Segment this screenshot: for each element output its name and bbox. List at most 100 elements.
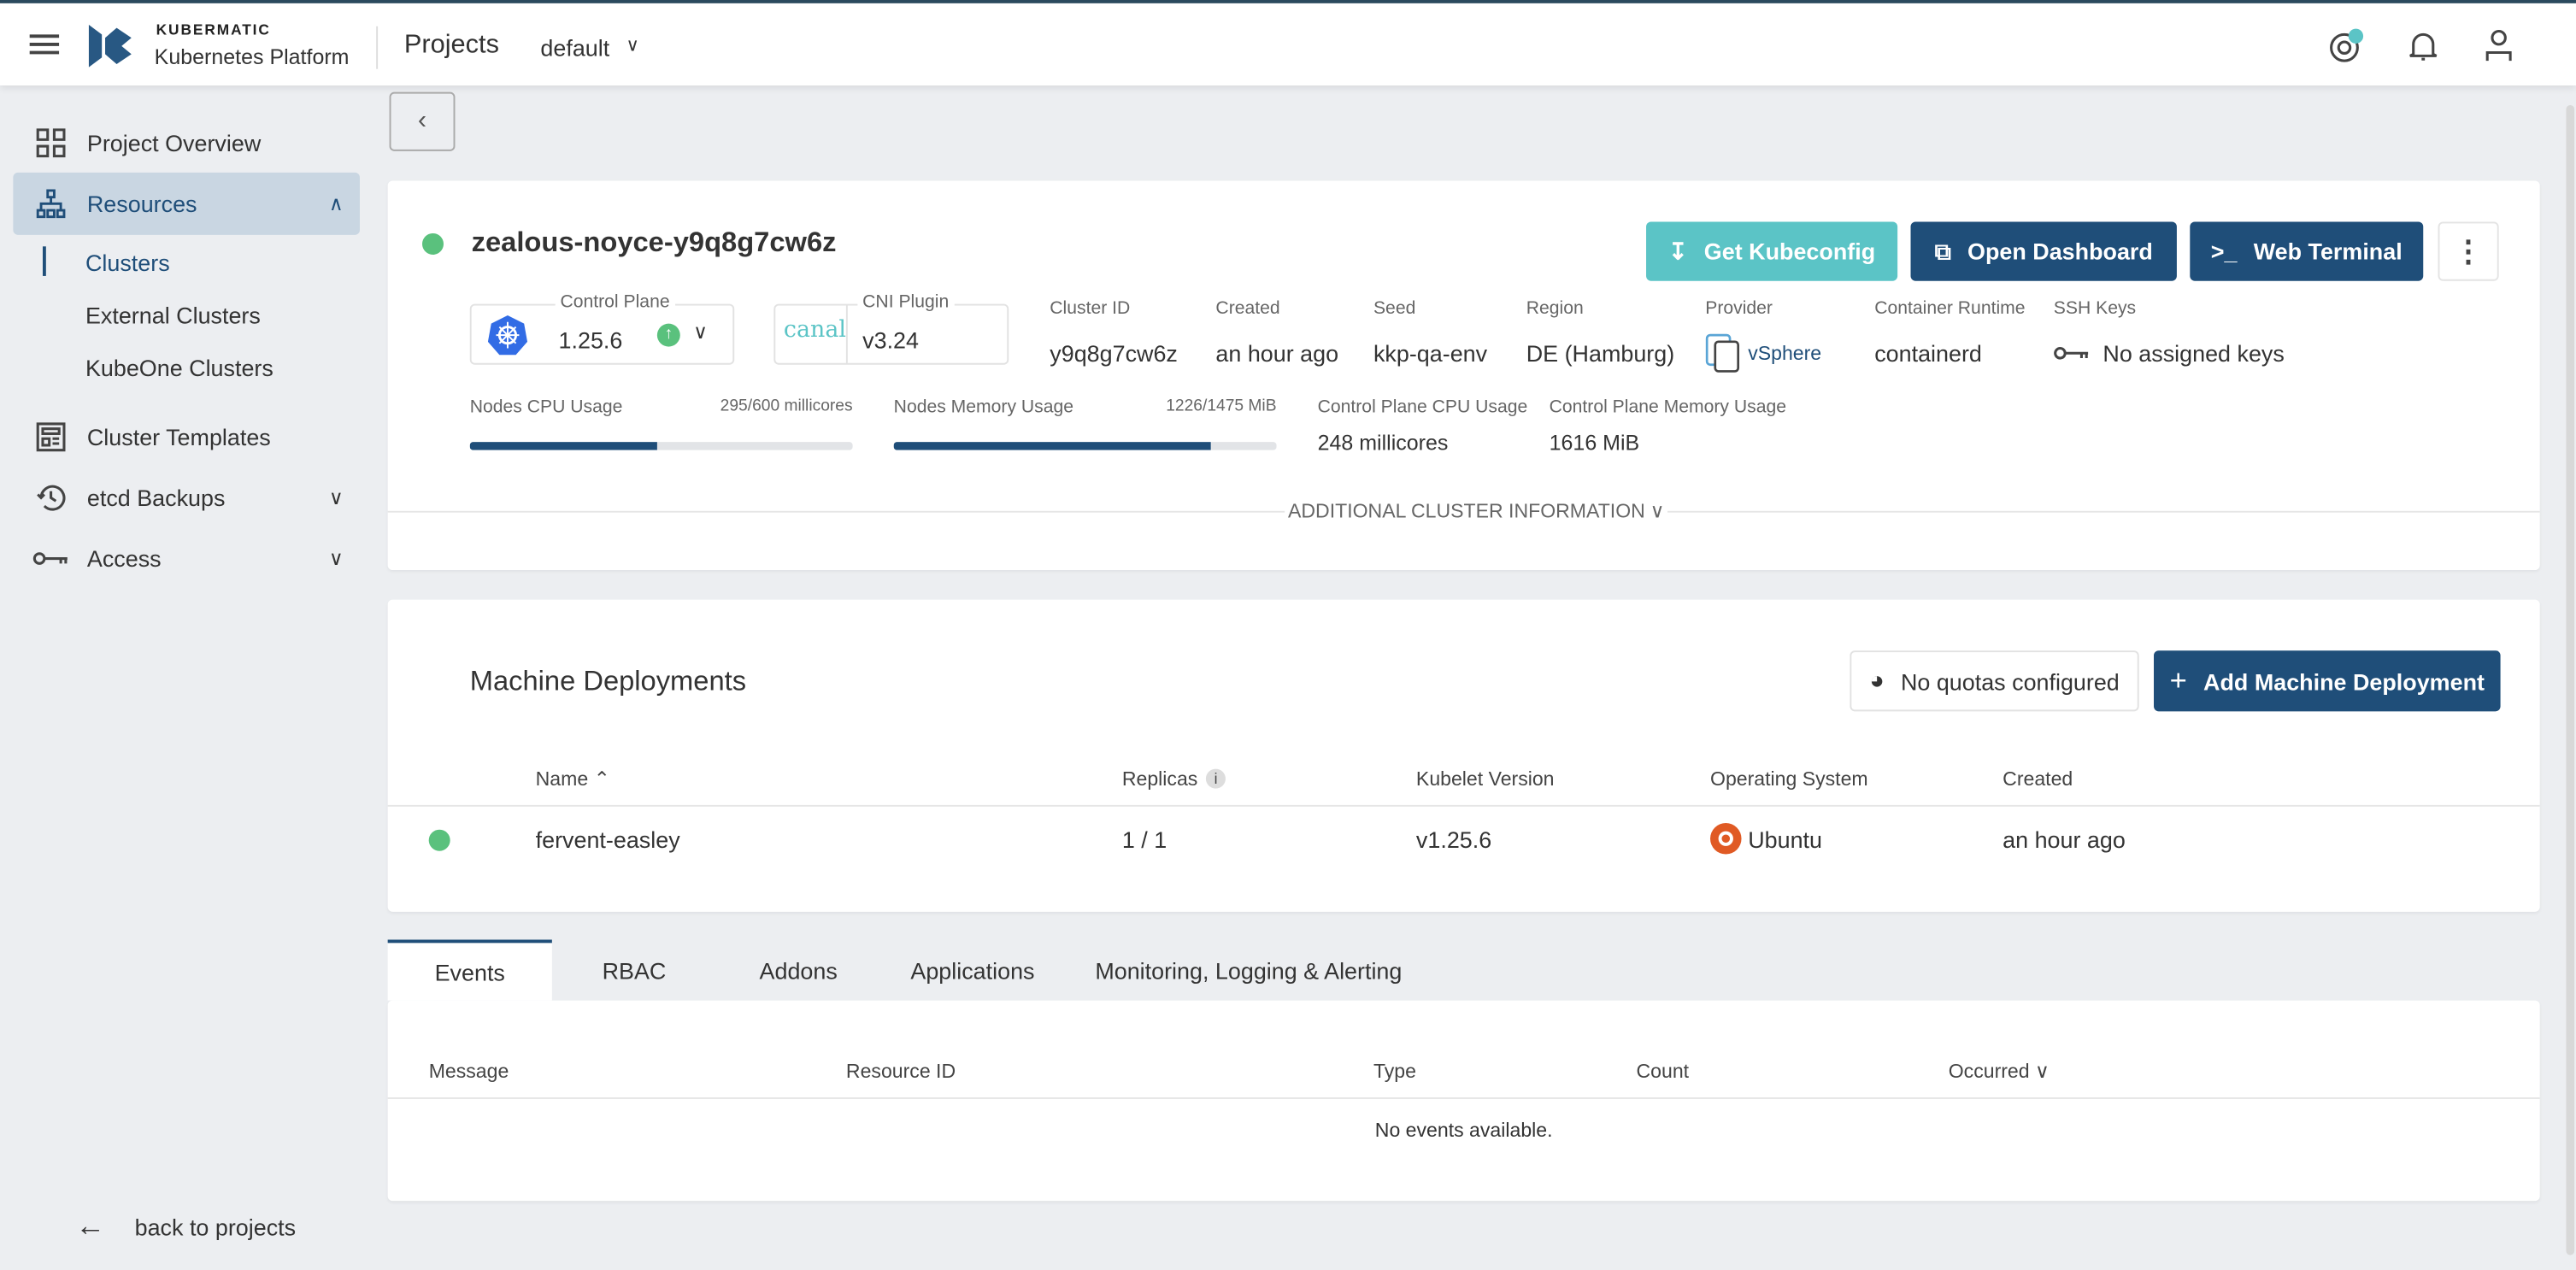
nodes-cpu-value: 295/600 millicores (720, 397, 853, 416)
web-terminal-button[interactable]: >_ Web Terminal (2190, 221, 2424, 281)
control-plane-version-select[interactable]: Control Plane 1.25.6 ↑ ∨ (469, 292, 735, 365)
info-icon[interactable]: i (1205, 768, 1226, 789)
back-to-projects-link[interactable]: ← back to projects (75, 1209, 296, 1244)
cluster-id-label: Cluster ID (1050, 298, 1131, 319)
field-label: Control Plane (555, 292, 675, 313)
key-icon (32, 552, 67, 565)
tab-rbac[interactable]: RBAC (552, 939, 716, 1000)
tab-monitoring[interactable]: Monitoring, Logging & Alerting (1085, 939, 1413, 1000)
container-runtime-value: containerd (1874, 339, 1982, 367)
sidebar-item-access[interactable]: Access ∨ (13, 527, 360, 590)
canal-logo: canal (783, 316, 846, 344)
created-label: Created (1215, 298, 1280, 319)
scrollbar[interactable] (2566, 105, 2575, 1255)
chevron-down-icon: ∨ (693, 320, 709, 344)
table-row[interactable]: fervent-easley 1 / 1 v1.25.6 Ubuntu an h… (388, 807, 2540, 873)
sidebar-item-clusters[interactable]: Clusters (85, 250, 170, 276)
seed-label: Seed (1373, 298, 1416, 319)
md-replicas: 1 / 1 (1121, 826, 1167, 853)
column-header-type: Type (1373, 1059, 1416, 1083)
more-options-button[interactable]: ⋮ (2438, 221, 2499, 281)
terminal-icon: >_ (2210, 238, 2238, 265)
template-icon (35, 422, 65, 452)
bell-icon[interactable] (2408, 30, 2438, 62)
sidebar-item-external-clusters[interactable]: External Clusters (85, 303, 261, 329)
cp-cpu-value: 248 millicores (1317, 430, 1449, 456)
chevron-down-icon: ∨ (1650, 499, 1665, 523)
quota-indicator: ◕ No quotas configured (1850, 650, 2139, 712)
support-icon[interactable] (2328, 28, 2367, 64)
control-plane-version: 1.25.6 (558, 326, 623, 354)
sidebar-item-project-overview[interactable]: Project Overview (13, 112, 360, 174)
chevron-down-icon: ∨ (328, 547, 344, 571)
cni-version: v3.24 (862, 326, 919, 354)
cluster-name: zealous-noyce-y9q8g7cw6z (471, 226, 837, 258)
region-label: Region (1526, 298, 1584, 319)
more-vert-icon: ⋮ (2453, 233, 2484, 268)
column-header-kubelet: Kubelet Version (1415, 767, 1555, 791)
md-os: Ubuntu (1748, 826, 1823, 853)
tab-events[interactable]: Events (387, 939, 552, 1001)
open-dashboard-button[interactable]: ⧉ Open Dashboard (1910, 221, 2177, 281)
chevron-down-icon: ∨ (328, 485, 344, 509)
section-title: Projects (403, 31, 499, 60)
ssh-keys-label: SSH Keys (2053, 298, 2137, 319)
progress-fill (469, 442, 658, 450)
history-icon (36, 485, 65, 511)
cp-cpu-label: Control Plane CPU Usage (1317, 397, 1528, 418)
tab-applications[interactable]: Applications (880, 939, 1064, 1000)
active-indicator (42, 246, 46, 276)
upgrade-available-icon[interactable]: ↑ (656, 323, 680, 347)
chevron-down-icon: ∨ (626, 36, 639, 56)
quota-label: No quotas configured (1900, 667, 2120, 695)
button-label: Open Dashboard (1967, 238, 2153, 265)
cni-plugin-field: CNI Plugin canal v3.24 (773, 292, 1009, 365)
project-selector[interactable]: default ∨ (540, 34, 639, 61)
tab-addons[interactable]: Addons (716, 939, 880, 1000)
sidebar-item-resources[interactable]: Resources ∧ (13, 172, 360, 235)
region-value: DE (Hamburg) (1526, 339, 1675, 367)
button-label: Add Machine Deployment (2203, 667, 2485, 695)
empty-state-message: No events available. (1374, 1119, 1553, 1142)
nodes-memory-progress-bar (893, 442, 1277, 450)
brand-bottom: Kubernetes Platform (154, 44, 350, 69)
sidebar-label: Project Overview (86, 129, 262, 156)
section-title: Machine Deployments (469, 665, 747, 697)
get-kubeconfig-button[interactable]: ↧ Get Kubeconfig (1646, 221, 1898, 281)
grid-icon (35, 128, 65, 158)
progress-fill (893, 442, 1212, 450)
column-header-count: Count (1636, 1059, 1690, 1083)
toggle-label: ADDITIONAL CLUSTER INFORMATION (1288, 499, 1645, 523)
kubermatic-logo-icon (88, 24, 132, 68)
plus-icon: + (2169, 663, 2187, 697)
sidebar-label: Access (86, 545, 162, 572)
created-value: an hour ago (1215, 339, 1339, 367)
column-header-name[interactable]: Name ⌃ (536, 767, 610, 791)
sidebar-item-kubeone-clusters[interactable]: KubeOne Clusters (85, 355, 273, 381)
md-name: fervent-easley (535, 826, 680, 853)
add-machine-deployment-button[interactable]: + Add Machine Deployment (2154, 650, 2501, 712)
project-name: default (540, 34, 610, 62)
menu-icon[interactable] (29, 32, 60, 56)
external-link-icon: ⧉ (1934, 237, 1951, 264)
column-header-os: Operating System (1710, 767, 1868, 791)
field-label: CNI Plugin (857, 292, 954, 313)
provider-label: Provider (1705, 298, 1773, 319)
speedometer-icon: ◕ (1869, 667, 1885, 696)
user-icon[interactable] (2485, 29, 2512, 62)
column-header-occurred[interactable]: Occurred ∨ (1949, 1060, 2050, 1083)
chevron-up-icon: ∧ (328, 191, 344, 215)
button-label: Get Kubeconfig (1703, 238, 1876, 265)
sidebar-item-etcd-backups[interactable]: etcd Backups ∨ (13, 467, 360, 529)
sidebar-label: Resources (86, 190, 197, 217)
cluster-id-value: y9q8g7cw6z (1050, 339, 1178, 367)
button-label: Web Terminal (2253, 238, 2403, 265)
md-kubelet: v1.25.6 (1415, 826, 1492, 853)
additional-info-toggle[interactable]: ADDITIONAL CLUSTER INFORMATION ∨ (1285, 499, 1668, 523)
sidebar-item-cluster-templates[interactable]: Cluster Templates (13, 406, 360, 468)
container-runtime-label: Container Runtime (1874, 298, 2026, 319)
nodes-memory-value: 1226/1475 MiB (1166, 397, 1277, 416)
provider-value: vSphere (1748, 341, 1822, 365)
column-header-created: Created (2003, 767, 2073, 791)
back-button[interactable]: ‹ (389, 91, 456, 151)
